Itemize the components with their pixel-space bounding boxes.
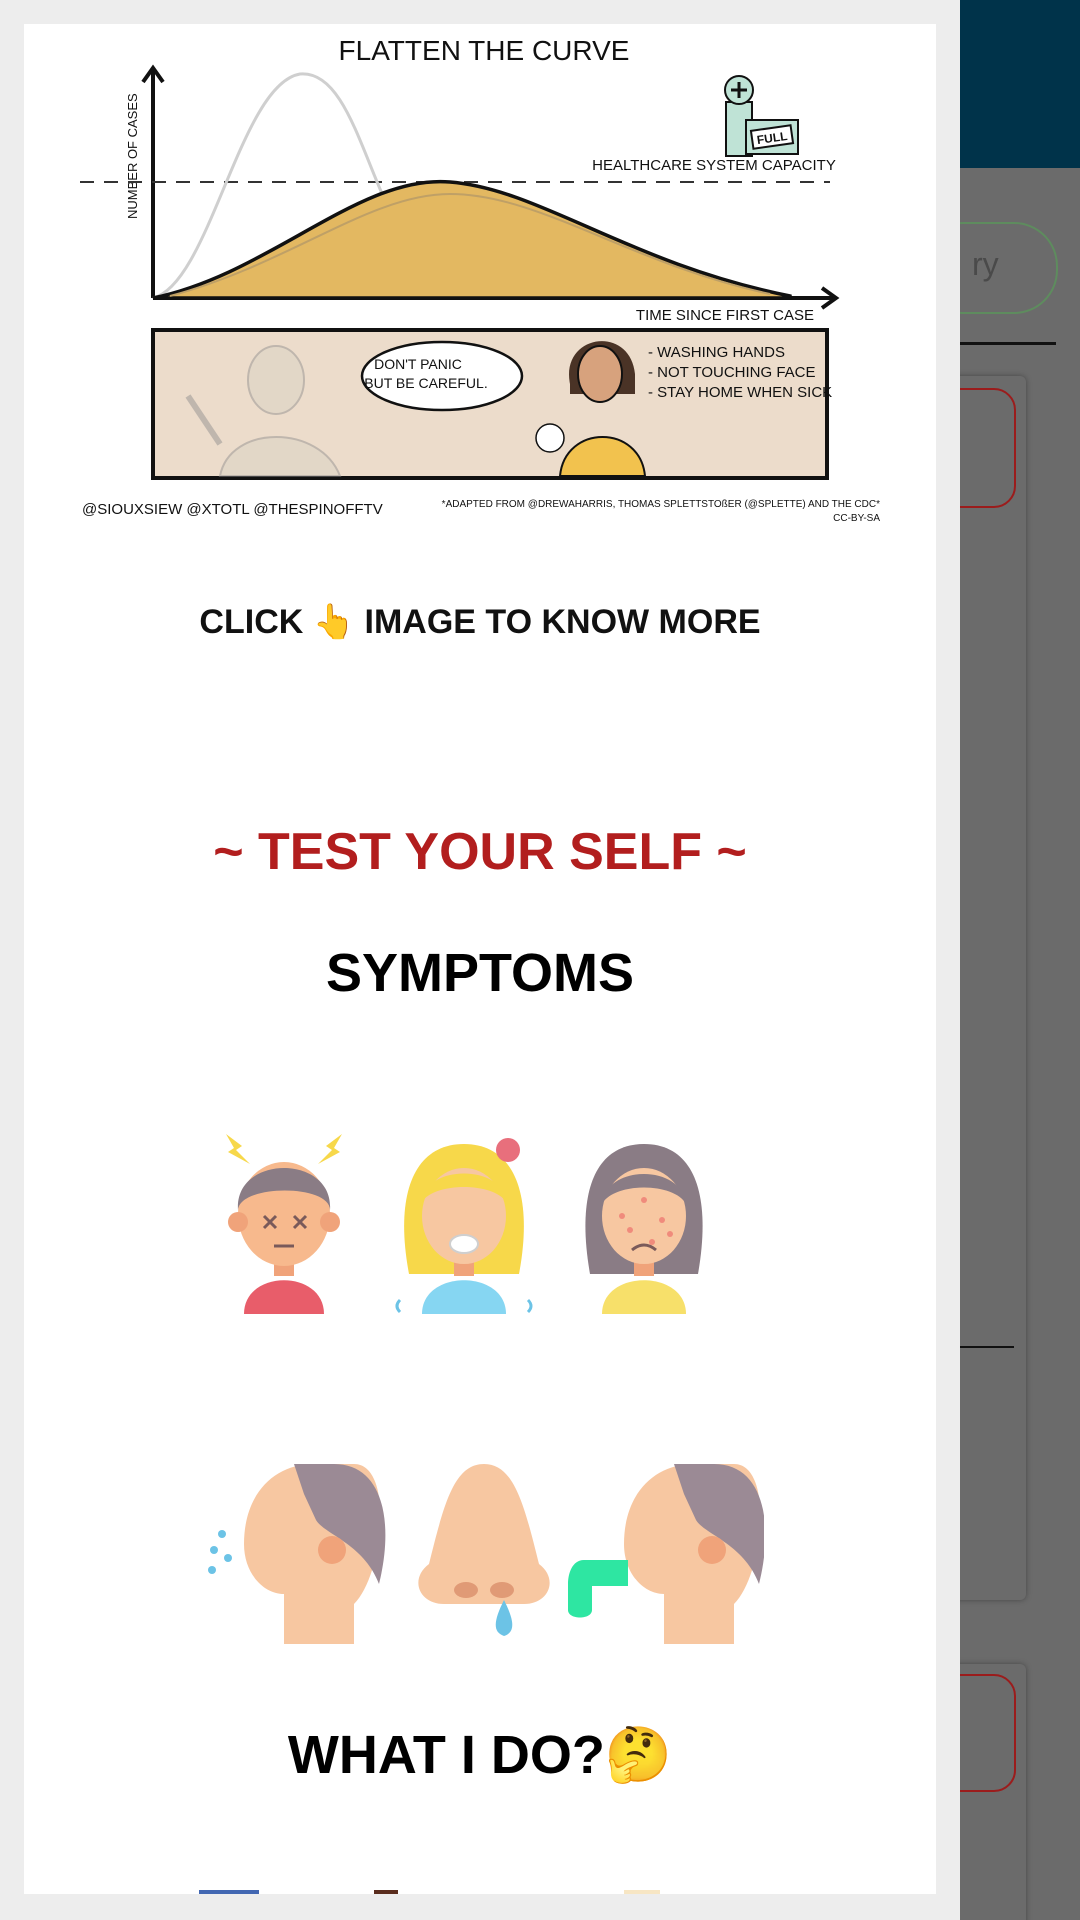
tip-2: - NOT TOUCHING FACE bbox=[648, 364, 816, 381]
symptoms-heading: SYMPTOMS bbox=[325, 943, 635, 1003]
background-pill-text: ry bbox=[972, 246, 999, 282]
runny-nose-icon bbox=[418, 1464, 550, 1636]
background-header bbox=[960, 0, 1080, 168]
capacity-label: HEALTHCARE SYSTEM CAPACITY bbox=[592, 157, 836, 174]
symptoms-row-2 bbox=[208, 1464, 764, 1644]
credits-right: *ADAPTED FROM @DREWAHARRIS, THOMAS SPLET… bbox=[442, 499, 880, 510]
next-section-peek bbox=[24, 1890, 936, 1894]
rash-icon bbox=[585, 1144, 703, 1314]
x-axis-label: TIME SINCE FIRST CASE bbox=[636, 307, 814, 324]
headache-icon bbox=[226, 1134, 342, 1314]
flatten-the-curve-image[interactable]: FLATTEN THE CURVE NUMBER OF CASES TIME S… bbox=[70, 24, 890, 534]
speech-line-1: DON'T PANIC bbox=[374, 356, 462, 372]
tip-3: - STAY HOME WHEN SICK bbox=[648, 384, 832, 401]
info-panel[interactable]: FLATTEN THE CURVE NUMBER OF CASES TIME S… bbox=[24, 24, 936, 1894]
speech-line-2: BUT BE CAREFUL. bbox=[364, 375, 487, 391]
cough-icon bbox=[208, 1464, 386, 1644]
background-red-button-2 bbox=[960, 1674, 1016, 1792]
background-divider bbox=[960, 342, 1056, 345]
background-pill-button: ry bbox=[960, 222, 1058, 314]
background-page: ry bbox=[960, 0, 1080, 1920]
background-card bbox=[960, 376, 1026, 1600]
test-yourself-heading: ~ TEST YOUR SELF ~ bbox=[213, 823, 747, 881]
background-divider-2 bbox=[960, 1346, 1014, 1348]
tip-1: - WASHING HANDS bbox=[648, 344, 785, 361]
y-axis-label: NUMBER OF CASES bbox=[125, 93, 140, 219]
click-image-hint: CLICK 👆 IMAGE TO KNOW MORE bbox=[199, 603, 761, 641]
what-i-do-heading: WHAT I DO?🤔 bbox=[287, 1725, 673, 1785]
license-label: CC-BY-SA bbox=[833, 513, 880, 524]
symptoms-row-1 bbox=[226, 1134, 703, 1314]
credits-left: @SIOUXSIEW @XTOTL @THESPINOFFTV bbox=[82, 501, 383, 518]
vomiting-icon bbox=[568, 1464, 764, 1644]
fever-sweat-icon bbox=[395, 1138, 533, 1314]
image-title: FLATTEN THE CURVE bbox=[339, 35, 630, 66]
background-red-button bbox=[960, 388, 1016, 508]
